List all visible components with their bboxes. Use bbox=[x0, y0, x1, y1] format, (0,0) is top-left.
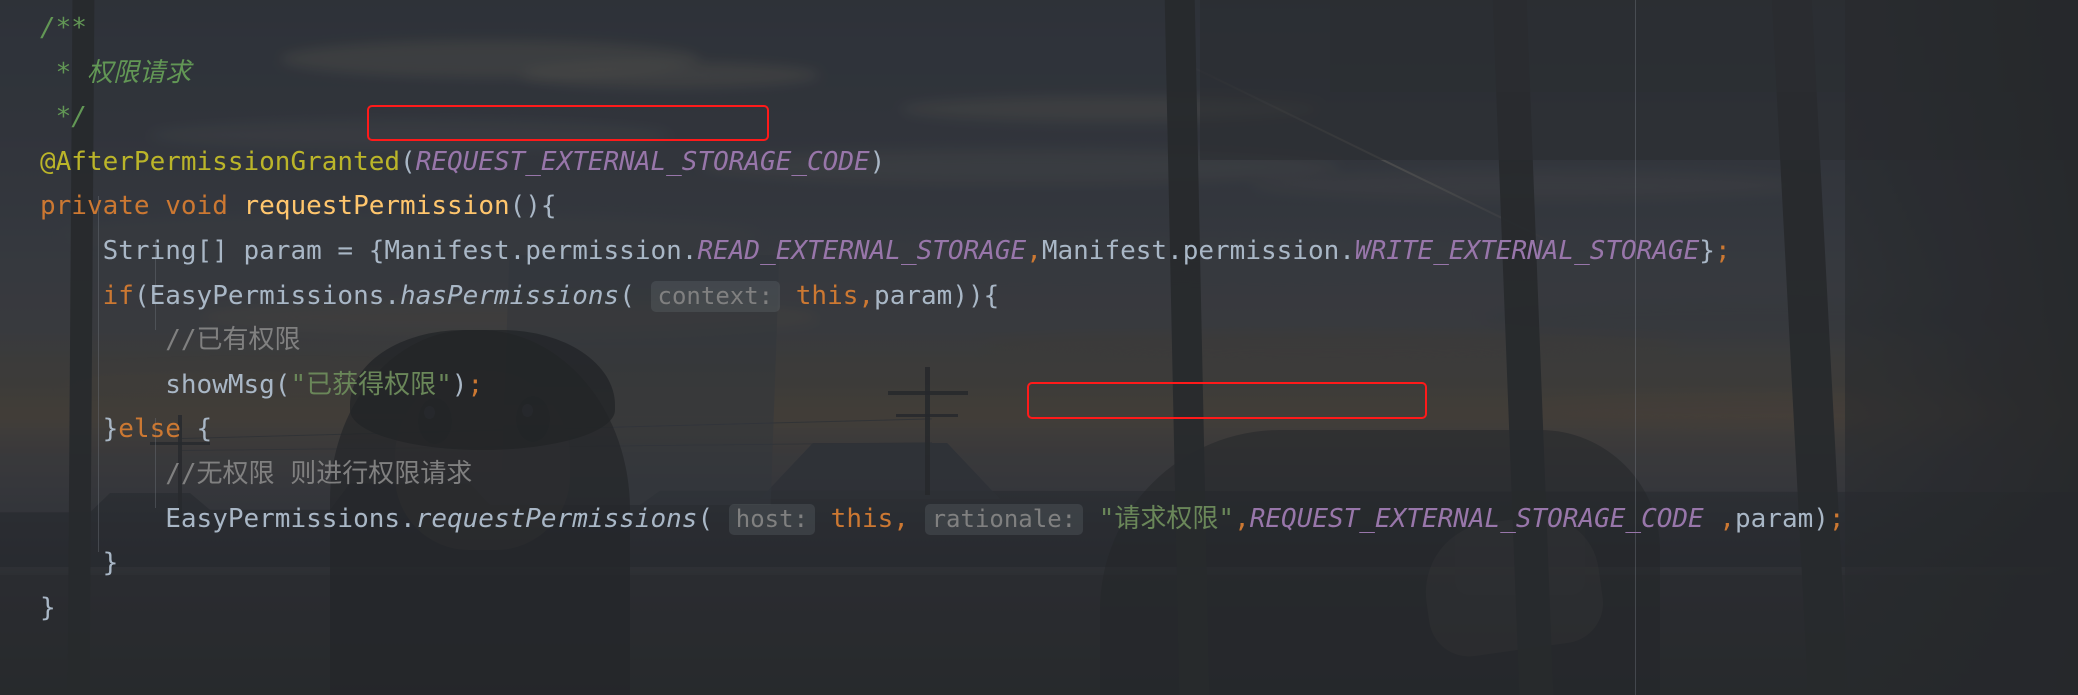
code-token-cmt: /** bbox=[40, 13, 87, 43]
code-line[interactable]: * 权限请求 bbox=[40, 51, 1845, 96]
code-line[interactable]: } bbox=[40, 541, 1845, 586]
code-line[interactable]: EasyPermissions.requestPermissions( host… bbox=[40, 497, 1845, 542]
code-token-txt: (EasyPermissions. bbox=[133, 280, 401, 311]
code-token-txt: EasyPermissions. bbox=[165, 503, 416, 534]
code-line[interactable]: showMsg("已获得权限"); bbox=[40, 363, 1845, 408]
code-token-txt: } bbox=[102, 414, 119, 445]
code-token-txt: { bbox=[180, 414, 213, 445]
code-line[interactable]: */ bbox=[40, 95, 1845, 140]
code-token-txt: } bbox=[102, 548, 119, 579]
code-token-meth: requestPermission bbox=[243, 191, 510, 222]
code-token-txt: ( bbox=[400, 146, 416, 177]
code-token-txt: } bbox=[40, 592, 56, 623]
code-token-sep: ; bbox=[467, 369, 484, 400]
code-token-kw: this bbox=[830, 503, 894, 534]
code-token-txt: Manifest.permission. bbox=[1041, 235, 1355, 266]
code-line[interactable]: /** bbox=[40, 6, 1845, 51]
code-token-txt: showMsg( bbox=[165, 369, 291, 400]
code-line[interactable]: //已有权限 bbox=[40, 318, 1845, 363]
code-token-txt: param)){ bbox=[874, 280, 1000, 311]
code-content[interactable]: /** * 权限请求 */@AfterPermissionGranted(REQ… bbox=[0, 0, 1845, 630]
code-token-cmt-line: //已有权限 bbox=[165, 325, 301, 356]
code-token-txt: ) bbox=[451, 369, 468, 400]
code-line[interactable]: }else { bbox=[40, 407, 1845, 452]
code-token-statfn: hasPermissions bbox=[400, 280, 620, 311]
code-token-txt: ) bbox=[869, 146, 886, 177]
code-token-txt: ( bbox=[619, 280, 635, 311]
code-token-kw: private bbox=[40, 191, 150, 222]
code-token-txt: ( bbox=[697, 503, 714, 534]
code-token-stat: REQUEST_EXTERNAL_STORAGE_CODE bbox=[415, 146, 870, 177]
code-token-stat: READ_EXTERNAL_STORAGE bbox=[697, 235, 1027, 266]
code-token-hint: rationale: bbox=[924, 503, 1084, 535]
code-token-statfn: requestPermissions bbox=[415, 503, 698, 534]
code-token-sep: ; bbox=[1828, 503, 1845, 534]
code-token-sep: , bbox=[893, 503, 909, 534]
code-token-txt: } bbox=[1699, 235, 1715, 266]
code-token-sep: ; bbox=[1714, 235, 1731, 266]
code-token-sep: , bbox=[1026, 235, 1042, 266]
code-token-hint: context: bbox=[650, 280, 781, 312]
code-line[interactable]: if(EasyPermissions.hasPermissions( conte… bbox=[40, 274, 1845, 319]
code-token-cmt: */ bbox=[40, 102, 87, 133]
code-editor[interactable]: /** * 权限请求 */@AfterPermissionGranted(REQ… bbox=[0, 0, 2078, 695]
code-token-sep: , bbox=[1703, 503, 1735, 534]
code-token-kw: else bbox=[118, 414, 181, 445]
code-token-stat: REQUEST_EXTERNAL_STORAGE_CODE bbox=[1249, 503, 1704, 534]
code-token-txt: (){ bbox=[509, 191, 557, 222]
code-token-cmt: * 权限请求 bbox=[40, 57, 191, 88]
code-line[interactable]: //无权限 则进行权限请求 bbox=[40, 452, 1845, 497]
code-token-txt: param) bbox=[1735, 503, 1829, 534]
code-line[interactable]: String[] param = {Manifest.permission.RE… bbox=[40, 229, 1845, 274]
code-line[interactable]: private void requestPermission(){ bbox=[40, 184, 1845, 229]
code-token-str: "请求权限" bbox=[1098, 503, 1235, 534]
code-token-str: "已获得权限" bbox=[290, 369, 452, 400]
code-token-kw: this bbox=[795, 280, 859, 311]
code-token-stat: WRITE_EXTERNAL_STORAGE bbox=[1354, 235, 1700, 266]
code-token-kw: void bbox=[165, 191, 228, 222]
code-token-cmt-line: //无权限 则进行权限请求 bbox=[165, 458, 473, 489]
code-line[interactable]: } bbox=[40, 586, 1845, 631]
code-token-sep: , bbox=[1234, 503, 1250, 534]
code-token-txt: String[] param = {Manifest.permission. bbox=[102, 235, 698, 266]
code-token-sep: , bbox=[858, 280, 875, 311]
code-token-ann: @AfterPermissionGranted bbox=[40, 146, 401, 177]
code-token-kw: if bbox=[102, 280, 134, 311]
code-line[interactable]: @AfterPermissionGranted(REQUEST_EXTERNAL… bbox=[40, 140, 1845, 185]
code-token-hint: host: bbox=[728, 503, 816, 535]
